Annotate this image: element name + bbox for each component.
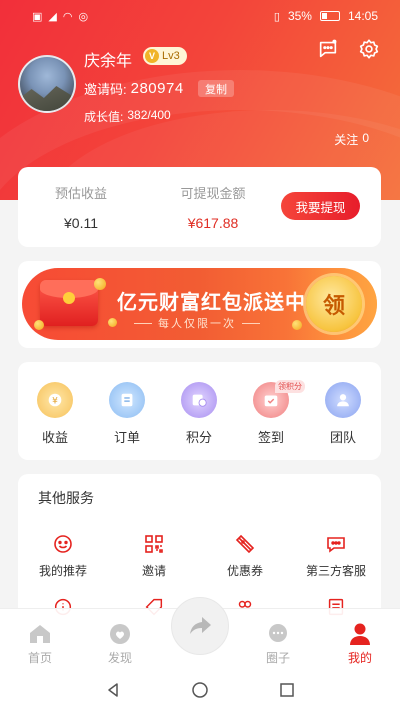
level-badge: V Lv3 — [143, 47, 187, 65]
growth-label: 成长值: — [84, 110, 124, 124]
points-icon — [181, 382, 217, 418]
services-title: 其他服务 — [38, 490, 94, 506]
points-tag: 领积分 — [275, 380, 305, 393]
invite-label: 邀请码: — [84, 82, 127, 97]
coin-icon — [108, 318, 117, 327]
level-text: Lv3 — [162, 50, 180, 62]
banner-subtitle: 每人仅限一次 — [158, 318, 236, 330]
message-icon[interactable] — [317, 38, 339, 60]
coin-icon — [34, 320, 44, 330]
withdrawable-value: ¥617.88 — [187, 215, 239, 231]
avatar[interactable] — [18, 55, 76, 113]
service-invite[interactable]: 邀请 — [109, 532, 199, 579]
estimated-label: 预估收益 — [54, 186, 107, 201]
menu-item-orders[interactable]: 订单 — [102, 382, 152, 446]
home-nav-icon[interactable] — [191, 681, 209, 699]
orders-icon — [109, 382, 145, 418]
status-left: ▣ ◢ ◠ ◎ — [32, 10, 88, 23]
menu-label: 订单 — [113, 430, 140, 445]
discover-icon — [110, 624, 130, 644]
quick-menu: ¥ 收益 订单 积分 签到 领积分 团队 — [18, 362, 381, 460]
menu-label: 签到 — [257, 430, 284, 445]
tab-home[interactable]: 首页 — [10, 621, 70, 666]
copy-button[interactable]: 复制 — [198, 80, 234, 97]
vip-icon: V — [145, 49, 159, 63]
estimated-earnings[interactable]: 预估收益 ¥0.11 — [46, 183, 116, 231]
circle-icon — [269, 624, 287, 642]
customer-service-icon — [327, 537, 345, 553]
bottom-tab-bar: 首页 发现 圈子 我的 — [0, 597, 400, 668]
follow-count: 0 — [362, 131, 369, 145]
menu-label: 收益 — [41, 430, 68, 445]
claim-button[interactable]: 领 — [306, 276, 362, 332]
home-icon — [30, 625, 50, 643]
tab-discover[interactable]: 发现 — [90, 621, 150, 666]
service-label: 第三方客服 — [305, 564, 366, 578]
status-right: ▯ 35% 14:05 — [274, 9, 378, 23]
promo-banner[interactable]: 亿元财富红包派送中 每人仅限一次 领 — [18, 261, 381, 348]
wifi-icon: ◠ — [62, 10, 73, 23]
username: 庆余年 — [84, 53, 133, 70]
service-label: 邀请 — [141, 564, 166, 578]
banner-subtitle-row: 每人仅限一次 — [134, 315, 260, 331]
menu-item-points[interactable]: 积分 — [174, 382, 224, 446]
settings-icon[interactable] — [358, 38, 380, 60]
growth-value: 382/400 — [127, 108, 171, 122]
alarm-icon: ◎ — [78, 10, 89, 23]
menu-item-earnings[interactable]: ¥ 收益 — [30, 382, 80, 446]
banner-title: 亿元财富红包派送中 — [117, 292, 306, 314]
recommend-icon — [54, 535, 72, 553]
vibrate-icon: ▯ — [273, 10, 280, 23]
tab-label: 发现 — [107, 651, 132, 665]
coupon-icon — [235, 534, 255, 554]
share-icon — [190, 617, 211, 634]
team-icon — [325, 382, 361, 418]
estimated-value: ¥0.11 — [64, 215, 98, 231]
battery-percent: 35% — [287, 9, 312, 23]
menu-label: 团队 — [329, 430, 356, 445]
qrcode-icon — [145, 535, 163, 553]
tab-label: 我的 — [347, 651, 372, 665]
earnings-icon: ¥ — [37, 382, 73, 418]
system-nav-bar — [0, 668, 400, 711]
banner-pill: 亿元财富红包派送中 每人仅限一次 领 — [22, 268, 377, 340]
battery-icon — [319, 11, 340, 21]
status-bar: ▣ ◢ ◠ ◎ ▯ 35% 14:05 — [0, 0, 400, 32]
follow-link[interactable]: 关注 0 — [334, 131, 369, 148]
invite-code: 280974 — [130, 80, 184, 97]
tab-profile[interactable]: 我的 — [330, 621, 390, 666]
service-label: 我的推荐 — [38, 564, 87, 578]
back-icon[interactable] — [104, 681, 122, 699]
menu-item-checkin[interactable]: 签到 领积分 — [246, 380, 305, 446]
service-label: 优惠券 — [226, 564, 263, 578]
recents-icon[interactable] — [278, 681, 296, 699]
share-button[interactable] — [171, 597, 229, 655]
profile-icon — [350, 623, 370, 645]
withdrawable-amount[interactable]: 可提现金额 ¥617.88 — [158, 183, 268, 231]
signal-icon: ◢ — [48, 10, 57, 23]
growth-row: 成长值: 382/400 — [84, 108, 171, 125]
sim-icon: ▣ — [32, 10, 43, 23]
service-customer-support[interactable]: 第三方客服 — [291, 532, 381, 579]
coin-icon — [94, 278, 106, 290]
service-recommend[interactable]: 我的推荐 — [18, 532, 108, 579]
tab-circle[interactable]: 圈子 — [248, 621, 308, 666]
earnings-card: 预估收益 ¥0.11 可提现金额 ¥617.88 我要提现 — [18, 167, 381, 247]
service-coupon[interactable]: 优惠券 — [200, 532, 290, 579]
menu-item-team[interactable]: 团队 — [318, 382, 368, 446]
menu-label: 积分 — [185, 430, 212, 445]
withdraw-button[interactable]: 我要提现 — [281, 192, 360, 220]
clock: 14:05 — [347, 9, 378, 23]
tab-label: 首页 — [27, 651, 52, 665]
invite-code-row: 邀请码: 280974 — [84, 79, 184, 98]
svg-text:¥: ¥ — [52, 397, 58, 407]
red-envelope-icon — [40, 280, 98, 326]
follow-label: 关注 — [334, 133, 359, 147]
withdrawable-label: 可提现金额 — [180, 186, 246, 201]
tab-label: 圈子 — [265, 651, 290, 665]
coin-icon — [292, 320, 302, 330]
